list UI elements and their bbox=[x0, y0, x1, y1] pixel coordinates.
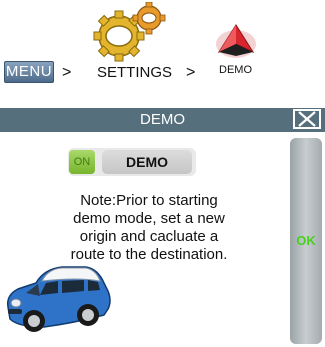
breadcrumb-demo: DEMO bbox=[219, 64, 252, 76]
breadcrumb-settings[interactable]: SETTINGS bbox=[97, 64, 172, 81]
dialog-body: ON DEMO Note:Prior to starting demo mode… bbox=[0, 132, 325, 347]
gears-icon bbox=[93, 2, 166, 62]
dialog-title-bar: DEMO bbox=[0, 108, 325, 132]
close-button[interactable] bbox=[293, 109, 321, 129]
car-image bbox=[6, 266, 111, 332]
toggle-label: DEMO bbox=[102, 150, 192, 174]
demo-note: Note:Prior to starting demo mode, set a … bbox=[70, 192, 228, 263]
dialog-title: DEMO bbox=[140, 111, 185, 128]
close-icon bbox=[298, 111, 316, 127]
breadcrumb-separator: > bbox=[186, 64, 196, 81]
demo-toggle[interactable]: ON DEMO bbox=[68, 148, 196, 176]
breadcrumb-separator: > bbox=[62, 64, 72, 81]
menu-button[interactable]: MENU bbox=[4, 61, 54, 83]
toggle-state: ON bbox=[69, 150, 95, 174]
ok-button[interactable]: OK bbox=[290, 138, 322, 344]
navigation-arrow-icon bbox=[216, 24, 256, 58]
